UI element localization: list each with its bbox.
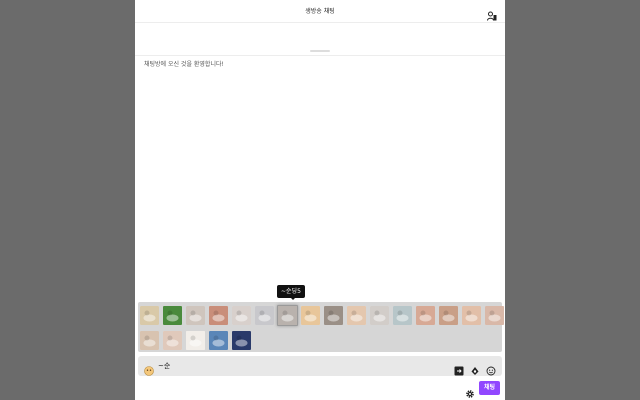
emote-10[interactable] [347,306,366,325]
chat-input[interactable]: ~순 [138,356,502,376]
emote-18[interactable] [163,331,182,350]
emote-15[interactable] [462,306,481,325]
emote-21[interactable] [232,331,251,350]
emote-icon[interactable] [144,361,154,376]
users-icon[interactable] [487,6,497,21]
emote-1[interactable] [140,306,159,325]
drop-icon[interactable] [470,361,480,375]
enter-icon[interactable] [454,361,464,376]
emote-12[interactable] [393,306,412,325]
chat-header: 생방송 채팅 [135,0,505,23]
emote-3[interactable] [186,306,205,325]
emote-5[interactable] [232,306,251,325]
emote-13[interactable] [416,306,435,325]
emote-19[interactable] [186,331,205,350]
chat-send-button[interactable]: 채팅 [479,381,500,395]
chat-panel: 생방송 채팅 채팅방에 오신 것을 환영합니다! ~순딩5 ~순 채팅 [135,0,505,400]
emote-7[interactable] [277,305,298,326]
chat-title: 생방송 채팅 [305,8,335,15]
emote-14[interactable] [439,306,458,325]
emote-8[interactable] [301,306,320,325]
input-icons [454,361,496,376]
chat-input-text[interactable]: ~순 [158,361,170,371]
chat-footer: 채팅 [135,380,505,400]
welcome-message: 채팅방에 오신 것을 환영합니다! [144,61,224,68]
gear-icon[interactable] [465,384,475,398]
emote-17[interactable] [140,331,159,350]
emote-9[interactable] [324,306,343,325]
emote-picker: ~순딩5 [138,285,504,352]
emote-6[interactable] [255,306,274,325]
tooltip-arrow [290,297,296,300]
emote-4[interactable] [209,306,228,325]
emote-16[interactable] [485,306,504,325]
emote-20[interactable] [209,331,228,350]
emote-11[interactable] [370,306,389,325]
emote-2[interactable] [163,306,182,325]
message-list: 채팅방에 오신 것을 환영합니다! [135,56,505,302]
drag-handle[interactable] [310,50,330,52]
smiley-icon[interactable] [486,361,496,376]
pinned-area [135,23,505,56]
